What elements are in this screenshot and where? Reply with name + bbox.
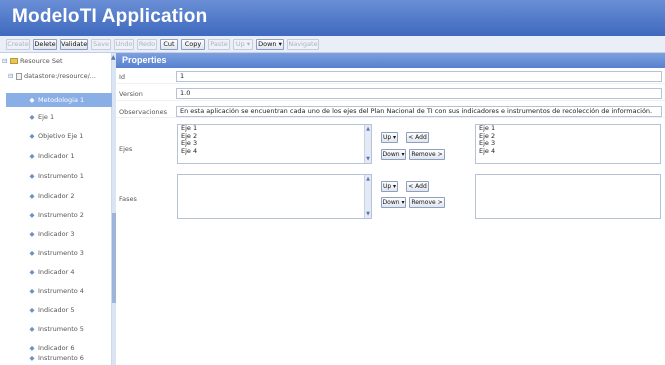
- resource-tree: ⊟ Resource Set ⊟ datastore:/resource/... ◆…: [0, 53, 112, 365]
- validate-button[interactable]: Validate: [60, 39, 88, 50]
- list-item[interactable]: Eje 2: [178, 132, 371, 141]
- tree-item-metodologia[interactable]: ◆ Metodologia 1: [6, 93, 112, 107]
- scroll-down-icon[interactable]: ▼: [365, 211, 371, 217]
- paste-button[interactable]: Paste: [208, 39, 230, 50]
- fases-remove-button[interactable]: Remove >: [409, 197, 445, 208]
- create-button[interactable]: Create: [6, 39, 30, 50]
- version-label: Version: [119, 90, 143, 98]
- properties-panel: Properties Id 1 Version 1.0 Observacione…: [116, 53, 665, 365]
- id-field[interactable]: 1: [176, 71, 662, 82]
- diamond-icon: ◆: [29, 230, 35, 238]
- fases-selected-list[interactable]: [475, 174, 661, 219]
- diamond-icon: ◆: [29, 325, 35, 333]
- tree-item-instrumento[interactable]: ◆ Instrumento 2: [28, 208, 112, 222]
- fases-down-button[interactable]: Down ▾: [381, 197, 406, 208]
- diamond-icon: ◆: [29, 113, 35, 121]
- tree-item-instrumento[interactable]: ◆ Instrumento 1: [28, 169, 112, 183]
- list-item[interactable]: Eje 1: [178, 124, 371, 133]
- copy-button[interactable]: Copy: [181, 39, 205, 50]
- undo-button[interactable]: Undo: [114, 39, 134, 50]
- diamond-icon: ◆: [29, 268, 35, 276]
- list-scrollbar[interactable]: ▲ ▼: [364, 125, 371, 163]
- id-label: Id: [119, 73, 126, 81]
- fases-available-list[interactable]: ▲ ▼: [177, 174, 372, 219]
- tree-item-indicador[interactable]: ◆ Indicador 1: [28, 149, 112, 163]
- cut-button[interactable]: Cut: [160, 39, 178, 50]
- ejes-remove-button[interactable]: Remove >: [409, 149, 445, 160]
- ejes-label: Ejes: [119, 145, 133, 153]
- tree-item-indicador[interactable]: ◆ Indicador 3: [28, 227, 112, 241]
- scroll-up-icon[interactable]: ▲: [111, 54, 116, 61]
- delete-button[interactable]: Delete: [33, 39, 57, 50]
- scroll-down-icon[interactable]: ▼: [365, 156, 371, 162]
- diamond-icon: ◆: [29, 211, 35, 219]
- diamond-icon: ◆: [29, 132, 35, 140]
- ejes-selected-list[interactable]: Eje 1 Eje 2 Eje 3 Eje 4: [475, 124, 661, 164]
- navigate-button[interactable]: Navigate: [287, 39, 319, 50]
- tree-item-indicador[interactable]: ◆ Indicador 5: [28, 303, 112, 317]
- document-icon: [16, 72, 22, 80]
- observaciones-label: Observaciones: [119, 108, 167, 116]
- observaciones-field[interactable]: En esta aplicación se encuentran cada un…: [176, 106, 662, 117]
- tree-item-datastore[interactable]: ⊟ datastore:/resource/...: [8, 69, 112, 83]
- list-item[interactable]: Eje 4: [178, 147, 371, 156]
- ejes-down-button[interactable]: Down ▾: [381, 149, 406, 160]
- collapse-icon[interactable]: ⊟: [8, 69, 16, 83]
- properties-header: Properties: [116, 53, 665, 68]
- diamond-icon: ◆: [29, 249, 35, 257]
- diamond-icon: ◆: [29, 152, 35, 160]
- tree-item-eje[interactable]: ◆ Eje 1: [28, 110, 112, 124]
- app-header: ModeloTI Application: [0, 0, 665, 36]
- ejes-up-button[interactable]: Up ▾: [381, 132, 398, 143]
- up-button[interactable]: Up ▾: [233, 39, 253, 50]
- tree-item-instrumento[interactable]: ◆ Instrumento 3: [28, 246, 112, 260]
- down-button[interactable]: Down ▾: [256, 39, 284, 50]
- diamond-icon: ◆: [29, 96, 35, 104]
- tree-item-instrumento[interactable]: ◆ Instrumento 5: [28, 322, 112, 336]
- tree-item-resource-set[interactable]: ⊟ Resource Set: [2, 54, 112, 68]
- tree-item-instrumento[interactable]: ◆ Instrumento 4: [28, 284, 112, 298]
- list-item[interactable]: Eje 3: [178, 139, 371, 148]
- list-item[interactable]: Eje 1: [476, 124, 660, 133]
- diamond-icon: ◆: [29, 354, 35, 362]
- tree-item-instrumento[interactable]: ◆ Instrumento 6: [28, 351, 112, 365]
- diamond-icon: ◆: [29, 172, 35, 180]
- diamond-icon: ◆: [29, 306, 35, 314]
- list-item[interactable]: Eje 3: [476, 139, 660, 148]
- fases-add-button[interactable]: < Add: [406, 181, 429, 192]
- app-title: ModeloTI Application: [12, 6, 208, 27]
- version-field[interactable]: 1.0: [176, 88, 662, 99]
- tree-item-indicador[interactable]: ◆ Indicador 2: [28, 189, 112, 203]
- fases-up-button[interactable]: Up ▾: [381, 181, 398, 192]
- list-item[interactable]: Eje 2: [476, 132, 660, 141]
- collapse-icon[interactable]: ⊟: [2, 54, 10, 68]
- diamond-icon: ◆: [29, 287, 35, 295]
- tree-item-objetivo[interactable]: ◆ Objetivo Eje 1: [28, 129, 112, 143]
- save-button[interactable]: Save: [91, 39, 111, 50]
- list-scrollbar[interactable]: ▲ ▼: [364, 175, 371, 218]
- redo-button[interactable]: Redo: [137, 39, 157, 50]
- list-item[interactable]: Eje 4: [476, 147, 660, 156]
- scroll-up-icon[interactable]: ▲: [365, 126, 371, 132]
- folder-icon: [10, 58, 18, 64]
- fases-label: Fases: [119, 195, 137, 203]
- tree-item-indicador[interactable]: ◆ Indicador 4: [28, 265, 112, 279]
- scroll-up-icon[interactable]: ▲: [365, 176, 371, 182]
- ejes-add-button[interactable]: < Add: [406, 132, 429, 143]
- toolbar: Create Delete Validate Save Undo Redo Cu…: [0, 36, 665, 53]
- ejes-available-list[interactable]: Eje 1 Eje 2 Eje 3 Eje 4 ▲ ▼: [177, 124, 372, 164]
- diamond-icon: ◆: [29, 192, 35, 200]
